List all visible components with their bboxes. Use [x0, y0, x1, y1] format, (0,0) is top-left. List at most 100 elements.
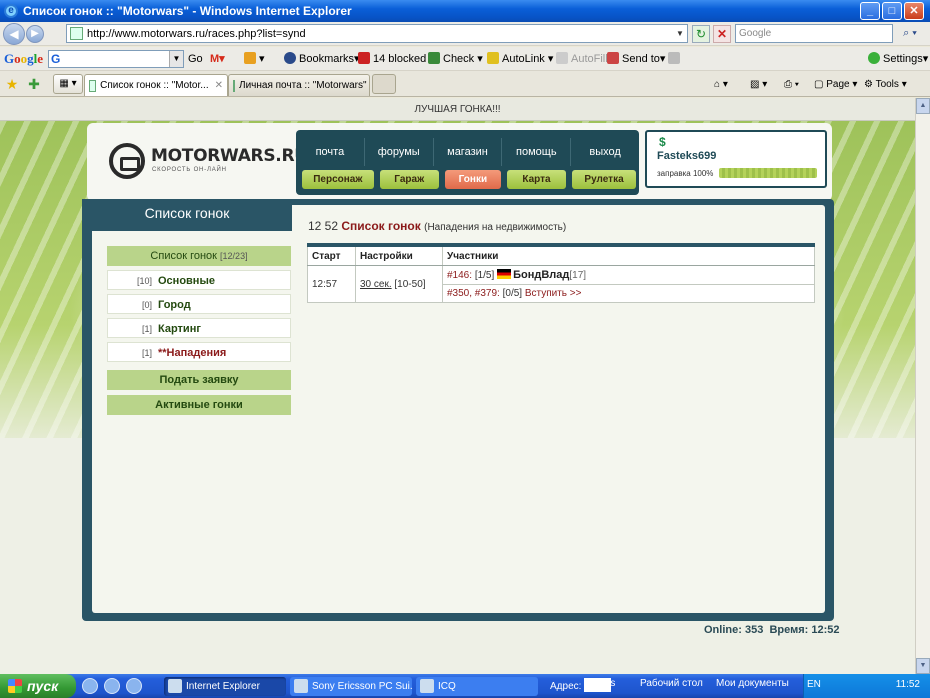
races-title: Список гонок [341, 219, 421, 233]
system-tray: EN 11:52 [803, 674, 930, 698]
settings-button[interactable]: Settings▾ [868, 51, 928, 67]
taskbar-desktop[interactable]: Рабочий стол [640, 678, 703, 689]
page-menu[interactable]: ▢ Page ▾ [814, 77, 857, 93]
menu-item-attacks[interactable]: [1] **Нападения [107, 342, 291, 362]
start-button[interactable]: пуск [0, 674, 76, 698]
taskbar-ie[interactable]: Internet Explorer [164, 677, 286, 696]
maximize-button[interactable]: □ [882, 2, 902, 20]
tab-close-icon[interactable]: ✕ [215, 80, 223, 91]
stop-button[interactable]: ✕ [713, 25, 731, 43]
site-header: MOTORWARS.RU СКОРОСТЬ ОН-ЛАЙН почта фору… [87, 123, 832, 201]
quicklaunch-icon[interactable] [126, 678, 142, 694]
new-tab-button[interactable] [372, 74, 396, 94]
races-subtitle: (Нападения на недвижимость) [424, 222, 567, 233]
server-time: 12:52 [811, 624, 840, 636]
active-races-button[interactable]: Активные гонки [107, 395, 291, 415]
subnav-garage[interactable]: Гараж [379, 170, 439, 189]
player-name[interactable]: БондВлад [513, 269, 569, 281]
scroll-up-icon[interactable]: ▲ [916, 98, 930, 114]
menu-race-list[interactable]: Список гонок [12/23] [107, 246, 291, 266]
nav-logout[interactable]: выход [570, 138, 639, 166]
taskbar-mydocs[interactable]: Мои документы [716, 678, 789, 689]
window-title: Список гонок :: "Motorwars" - Windows In… [23, 4, 352, 18]
quicklaunch-icon[interactable] [104, 678, 120, 694]
vertical-scrollbar[interactable]: ▲ ▼ [915, 98, 930, 674]
fuel-label: заправка 100% [657, 169, 714, 178]
race-team-2: #350, #379: [0/5] Вступить >> [442, 284, 815, 303]
sendto-button[interactable]: Send to▾ [607, 51, 665, 67]
autolink-button[interactable]: AutoLink ▾ [487, 51, 553, 67]
subnav-map[interactable]: Карта [506, 170, 567, 189]
tab-page-icon [89, 79, 97, 92]
tab-mail[interactable]: Личная почта :: "Motorwars" [228, 74, 370, 96]
username[interactable]: Fasteks699 [657, 150, 716, 162]
team-ref[interactable]: #146: [447, 270, 472, 281]
print-icon[interactable]: ⎙ ▾ [784, 77, 799, 93]
taskbar-links[interactable]: Links [592, 678, 615, 689]
search-input[interactable]: Google [735, 24, 893, 43]
popup-blocker-icon [358, 52, 370, 64]
home-icon[interactable]: ⌂ ▾ [714, 77, 728, 93]
address-bar[interactable]: http://www.motorwars.ru/races.php?list=s… [66, 24, 688, 43]
autofill-button[interactable]: AutoFill [556, 51, 608, 67]
money-icon[interactable]: $ [659, 135, 666, 149]
language-indicator[interactable]: EN [807, 679, 821, 690]
team-refs[interactable]: #350, #379: [447, 288, 500, 299]
clock[interactable]: 11:52 [896, 679, 920, 690]
subnav-races[interactable]: Гонки [444, 170, 501, 189]
scroll-down-icon[interactable]: ▼ [916, 658, 930, 674]
nav-help[interactable]: помощь [501, 138, 570, 166]
search-button[interactable]: ⌕ ▾ [896, 25, 924, 43]
menu-item-city[interactable]: [0] Город [107, 294, 291, 314]
spellcheck-button[interactable]: Check ▾ [428, 51, 483, 67]
menu-item-main[interactable]: [10] Основные [107, 270, 291, 290]
feeds-icon[interactable]: ▨ ▾ [750, 77, 767, 93]
menu-item-karting[interactable]: [1] Картинг [107, 318, 291, 338]
tools-menu[interactable]: ⚙ Tools ▾ [864, 77, 907, 93]
bookmarks-button[interactable]: Bookmarks▾ [284, 51, 360, 67]
ie-logo-icon: e [4, 4, 18, 18]
tabs-bar: ★ ✚ ▦ ▾ Список гонок :: "Motor... ✕ Личн… [0, 71, 930, 97]
apply-button[interactable]: Подать заявку [107, 370, 291, 390]
site-logo[interactable]: MOTORWARS.RU СКОРОСТЬ ОН-ЛАЙН [109, 143, 308, 183]
refresh-button[interactable]: ↻ [692, 25, 710, 43]
quick-tabs-button[interactable]: ▦ ▾ [53, 74, 83, 94]
taskbar-sony[interactable]: Sony Ericsson PC Sui... [290, 677, 412, 696]
google-search-input[interactable]: G ▼ [48, 50, 184, 68]
team-count: [0/5] [502, 288, 523, 299]
popup-blocked-button[interactable]: 14 blocked [358, 51, 426, 67]
races-table: Старт Настройки Участники 12:57 30 сек. … [307, 243, 815, 303]
col-settings: Настройки [355, 243, 443, 266]
close-button[interactable]: ✕ [904, 2, 924, 20]
col-participants: Участники [442, 243, 815, 266]
fuel-bar-fill [719, 168, 817, 178]
top-banner[interactable]: ЛУЧШАЯ ГОНКА!!! [0, 98, 915, 121]
nav-shop[interactable]: магазин [432, 138, 502, 166]
pencil-icon[interactable] [668, 51, 683, 67]
subnav-roulette[interactable]: Рулетка [572, 170, 636, 189]
extensions-icon[interactable]: ▾ [244, 51, 265, 67]
gmail-icon[interactable]: M▾ [210, 51, 225, 67]
favorites-star-icon[interactable]: ★ [4, 76, 20, 92]
address-dropdown-icon[interactable]: ▼ [673, 29, 687, 38]
add-favorite-icon[interactable]: ✚ [26, 76, 42, 92]
nav-forums[interactable]: форумы [363, 138, 433, 166]
page-content: ЛУЧШАЯ ГОНКА!!! MOTORWARS.RU СКОРОСТЬ ОН… [0, 98, 915, 674]
google-go-button[interactable]: Go [188, 51, 203, 67]
team-count: [1/5] [474, 270, 495, 281]
forward-button[interactable]: ▶ [26, 24, 44, 43]
quicklaunch-icon[interactable] [82, 678, 98, 694]
back-button[interactable]: ◀ [3, 22, 25, 45]
join-link[interactable]: Вступить >> [525, 288, 582, 299]
tab-races[interactable]: Список гонок :: "Motor... ✕ [84, 74, 228, 96]
google-search-dropdown-icon[interactable]: ▼ [169, 51, 183, 67]
player-level: [17] [569, 270, 587, 281]
race-duration-link[interactable]: 30 сек. [360, 279, 392, 290]
address-url[interactable]: http://www.motorwars.ru/races.php?list=s… [87, 28, 673, 40]
subnav-character[interactable]: Персонаж [302, 170, 374, 189]
race-team-1: #146: [1/5] БондВлад[17] [442, 265, 815, 285]
nav-mail[interactable]: почта [296, 138, 364, 166]
minimize-button[interactable]: _ [860, 2, 880, 20]
race-start-time: 12:57 [307, 265, 356, 303]
taskbar-icq[interactable]: ICQ [416, 677, 538, 696]
